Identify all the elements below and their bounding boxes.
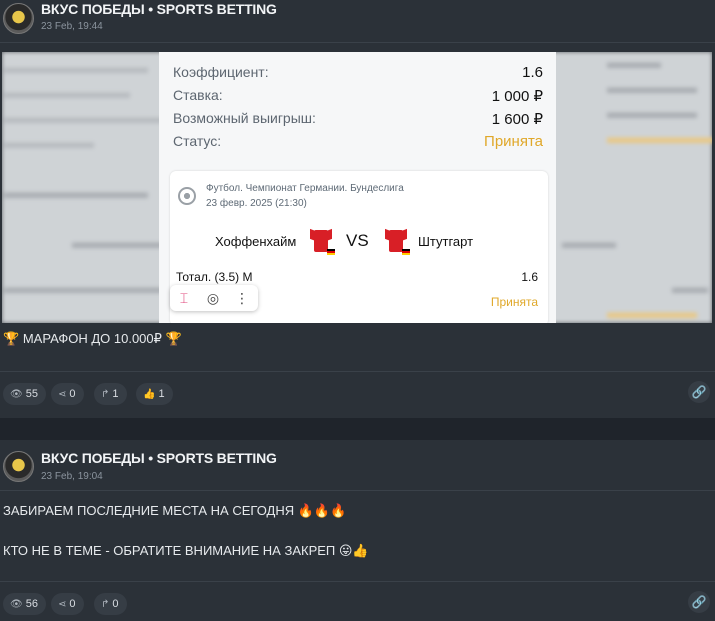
emoji-icon: 😛👍 bbox=[338, 543, 369, 558]
views-count: 55 bbox=[25, 388, 38, 400]
divider bbox=[0, 371, 715, 372]
post-line-2: КТО НЕ В ТЕМЕ - ОБРАТИТЕ ВНИМАНИЕ НА ЗАК… bbox=[3, 543, 336, 558]
link-icon[interactable]: 🔗 bbox=[688, 591, 710, 613]
win-value: 1 600 ₽ bbox=[491, 111, 543, 128]
bet-status: Принята bbox=[490, 295, 538, 309]
forwards-count: 0 bbox=[69, 598, 76, 610]
post-line-1: ЗАБИРАЕМ ПОСЛЕДНИЕ МЕСТА НА СЕГОДНЯ bbox=[3, 503, 295, 518]
lens-icon[interactable]: ◎ bbox=[203, 288, 223, 308]
win-label: Возможный выигрыш: bbox=[173, 110, 316, 126]
image-toolbar: ⌶ ◎ ⋮ bbox=[170, 285, 258, 311]
channel-avatar[interactable] bbox=[3, 3, 34, 34]
home-team: Хоффенхайм bbox=[215, 234, 297, 249]
bet-line: Тотал. (3.5) М 1.6 bbox=[176, 270, 538, 284]
football-icon bbox=[178, 187, 196, 205]
views-counter[interactable]: 👁 55 bbox=[3, 383, 46, 405]
away-team: Штутгарт bbox=[418, 234, 474, 249]
replies-count: 0 bbox=[112, 598, 119, 610]
views-counter[interactable]: 👁 56 bbox=[3, 593, 46, 615]
post-date: 23 Feb, 19:44 bbox=[41, 21, 103, 32]
coef-value: 1.6 bbox=[522, 64, 543, 81]
channel-name[interactable]: ВКУС ПОБЕДЫ • SPORTS BETTING bbox=[41, 1, 277, 17]
post: ВКУС ПОБЕДЫ • SPORTS BETTING 23 Feb, 19:… bbox=[0, 440, 715, 621]
eye-icon: 👁 bbox=[10, 599, 23, 610]
status-value: Принята bbox=[484, 133, 543, 150]
vs-label: VS bbox=[346, 231, 369, 250]
channel-avatar[interactable] bbox=[3, 451, 34, 482]
post-text-line: ЗАБИРАЕМ ПОСЛЕДНИЕ МЕСТА НА СЕГОДНЯ 🔥🔥🔥 bbox=[3, 503, 346, 519]
post-caption: 🏆 МАРАФОН ДО 10.000₽ 🏆 bbox=[3, 331, 182, 347]
trophy-icon: 🏆 bbox=[3, 331, 20, 346]
win-row: Возможный выигрыш: 1 600 ₽ bbox=[173, 110, 543, 128]
stake-value: 1 000 ₽ bbox=[491, 88, 543, 105]
reply-icon: ↱ bbox=[101, 389, 110, 400]
post: ВКУС ПОБЕДЫ • SPORTS BETTING 23 Feb, 19:… bbox=[0, 0, 715, 418]
post-header: ВКУС ПОБЕДЫ • SPORTS BETTING 23 Feb, 19:… bbox=[0, 440, 715, 491]
league-name: Футбол. Чемпионат Германии. Бундеслига bbox=[206, 183, 404, 194]
bet-card: Коэффициент: 1.6 Ставка: 1 000 ₽ Возможн… bbox=[159, 52, 556, 323]
forward-button[interactable]: ⋖ 0 bbox=[51, 593, 84, 615]
post-date: 23 Feb, 19:04 bbox=[41, 471, 103, 482]
replies-count: 1 bbox=[112, 388, 119, 400]
coef-row: Коэффициент: 1.6 bbox=[173, 64, 543, 81]
post-header: ВКУС ПОБЕДЫ • SPORTS BETTING 23 Feb, 19:… bbox=[0, 0, 715, 43]
thumbs-up-icon: 👍 bbox=[143, 389, 156, 400]
bet-coef: 1.6 bbox=[521, 270, 538, 284]
more-icon[interactable]: ⋮ bbox=[232, 288, 252, 308]
shirt-icon bbox=[310, 226, 335, 255]
trophy-icon: 🏆 bbox=[165, 331, 182, 346]
share-icon: ⋖ bbox=[58, 389, 67, 400]
forwards-count: 0 bbox=[69, 388, 76, 400]
status-label: Статус: bbox=[173, 133, 222, 149]
reply-icon: ↱ bbox=[101, 599, 110, 610]
link-icon[interactable]: 🔗 bbox=[688, 381, 710, 403]
like-button[interactable]: 👍 1 bbox=[136, 383, 173, 405]
fire-icon: 🔥🔥🔥 bbox=[297, 503, 347, 518]
bet-type: Тотал. (3.5) М bbox=[176, 270, 253, 284]
post-image[interactable]: ▬▬▬▬▬▬▬▬ ▬▬▬▬▬▬▬ ▬▬▬▬▬▬▬▬▬▬ ▬▬▬▬▬ ▬▬▬▬▬▬… bbox=[2, 52, 712, 323]
reply-button[interactable]: ↱ 1 bbox=[94, 383, 127, 405]
post-text-line: КТО НЕ В ТЕМЕ - ОБРАТИТЕ ВНИМАНИЕ НА ЗАК… bbox=[3, 543, 369, 559]
match-date: 23 февр. 2025 (21:30) bbox=[206, 198, 307, 209]
forward-button[interactable]: ⋖ 0 bbox=[51, 383, 84, 405]
status-row: Статус: Принята bbox=[173, 133, 543, 150]
reply-button[interactable]: ↱ 0 bbox=[94, 593, 127, 615]
likes-count: 1 bbox=[158, 388, 165, 400]
channel-name[interactable]: ВКУС ПОБЕДЫ • SPORTS BETTING bbox=[41, 450, 277, 466]
stake-label: Ставка: bbox=[173, 87, 223, 103]
views-count: 56 bbox=[25, 598, 38, 610]
ocr-icon[interactable]: ⌶ bbox=[174, 288, 194, 308]
caption-text: МАРАФОН ДО 10.000₽ bbox=[22, 331, 162, 346]
eye-icon: 👁 bbox=[10, 389, 23, 400]
divider bbox=[0, 581, 715, 582]
shirt-icon bbox=[385, 226, 410, 255]
stake-row: Ставка: 1 000 ₽ bbox=[173, 87, 543, 105]
coef-label: Коэффициент: bbox=[173, 64, 269, 80]
share-icon: ⋖ bbox=[58, 599, 67, 610]
